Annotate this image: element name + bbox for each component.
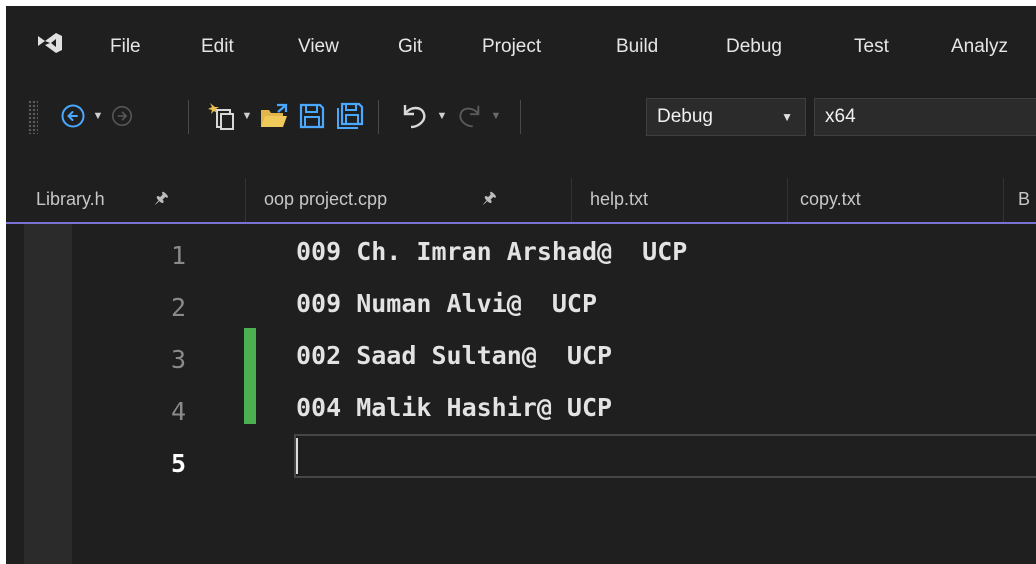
new-item-dropdown-chevron-icon[interactable]: ▼ (239, 98, 255, 134)
tab-oop-project-cpp[interactable]: oop project.cpp 🖈 (246, 178, 572, 222)
toolbar-separator (188, 100, 189, 134)
tab-library-h[interactable]: Library.h 🖈 (6, 178, 246, 222)
pin-icon[interactable]: 🖈 (482, 178, 497, 220)
tab-label: copy.txt (800, 189, 861, 209)
menu-git[interactable]: Git (398, 34, 422, 60)
visual-studio-window: File Edit View Git Project Build Debug T… (6, 6, 1036, 564)
change-tracking-marker (244, 328, 256, 424)
menu-build[interactable]: Build (616, 34, 658, 60)
menu-analyze[interactable]: Analyz (951, 34, 1008, 60)
tab-label: B (1018, 189, 1031, 209)
code-line[interactable]: 009 Numan Alvi@ UCP (296, 286, 597, 322)
line-number: 2 (170, 293, 186, 322)
solution-platform-value: x64 (825, 106, 856, 127)
new-project-icon[interactable] (204, 98, 238, 134)
solution-platform-dropdown[interactable]: x64 (814, 98, 1036, 136)
toolbar-separator (378, 100, 379, 134)
line-number: 3 (170, 345, 186, 374)
undo-icon[interactable] (398, 98, 432, 134)
back-dropdown-chevron-icon[interactable]: ▼ (90, 98, 106, 134)
tab-label: Library.h (36, 189, 105, 209)
line-number: 1 (170, 241, 186, 270)
pin-icon[interactable]: 🖈 (154, 178, 169, 220)
tab-copy-txt[interactable]: copy.txt (788, 178, 1004, 222)
toolbar-grip-handle[interactable] (28, 100, 38, 134)
menu-debug[interactable]: Debug (726, 34, 782, 60)
tab-help-txt[interactable]: help.txt (572, 178, 788, 222)
code-line[interactable]: 009 Ch. Imran Arshad@ UCP (296, 234, 687, 270)
text-cursor (296, 438, 298, 474)
text-editor[interactable]: 1 2 3 4 5 009 Ch. Imran Arshad@ UCP 009 … (6, 224, 1036, 564)
solution-configuration-dropdown[interactable]: Debug ▼ (646, 98, 806, 136)
chevron-down-icon: ▼ (781, 110, 793, 124)
redo-dropdown-chevron-icon[interactable]: ▼ (488, 98, 504, 134)
redo-icon[interactable] (454, 98, 484, 134)
navigate-back-icon[interactable] (58, 98, 88, 134)
visual-studio-logo-icon[interactable] (36, 32, 64, 54)
code-line[interactable]: 004 Malik Hashir@ UCP (296, 390, 612, 426)
toolbar-separator (520, 100, 521, 134)
document-tab-strip: Library.h 🖈 oop project.cpp 🖈 help.txt c… (6, 178, 1036, 224)
solution-configuration-value: Debug (657, 106, 713, 127)
open-folder-icon[interactable] (258, 98, 290, 134)
tab-label: oop project.cpp (264, 189, 388, 209)
standard-toolbar: ▼ ▼ ▼ ▼ Debug ▼ x64 (6, 92, 1036, 138)
tab-label: help.txt (590, 189, 649, 209)
line-number: 4 (170, 397, 186, 426)
tab-overflow-partial[interactable]: B (1004, 178, 1036, 222)
menu-file[interactable]: File (110, 34, 141, 60)
navigate-forward-icon[interactable] (108, 98, 136, 134)
menu-project[interactable]: Project (482, 34, 541, 60)
menu-edit[interactable]: Edit (201, 34, 234, 60)
indicator-margin[interactable] (24, 224, 72, 564)
save-all-icon[interactable] (334, 98, 366, 134)
undo-dropdown-chevron-icon[interactable]: ▼ (434, 98, 450, 134)
code-line[interactable]: 002 Saad Sultan@ UCP (296, 338, 612, 374)
menu-view[interactable]: View (298, 34, 339, 60)
current-line-highlight[interactable] (294, 434, 1036, 478)
menu-bar: File Edit View Git Project Build Debug T… (6, 6, 1036, 74)
save-icon[interactable] (296, 98, 328, 134)
menu-test[interactable]: Test (854, 34, 889, 60)
line-number-current: 5 (170, 449, 186, 478)
